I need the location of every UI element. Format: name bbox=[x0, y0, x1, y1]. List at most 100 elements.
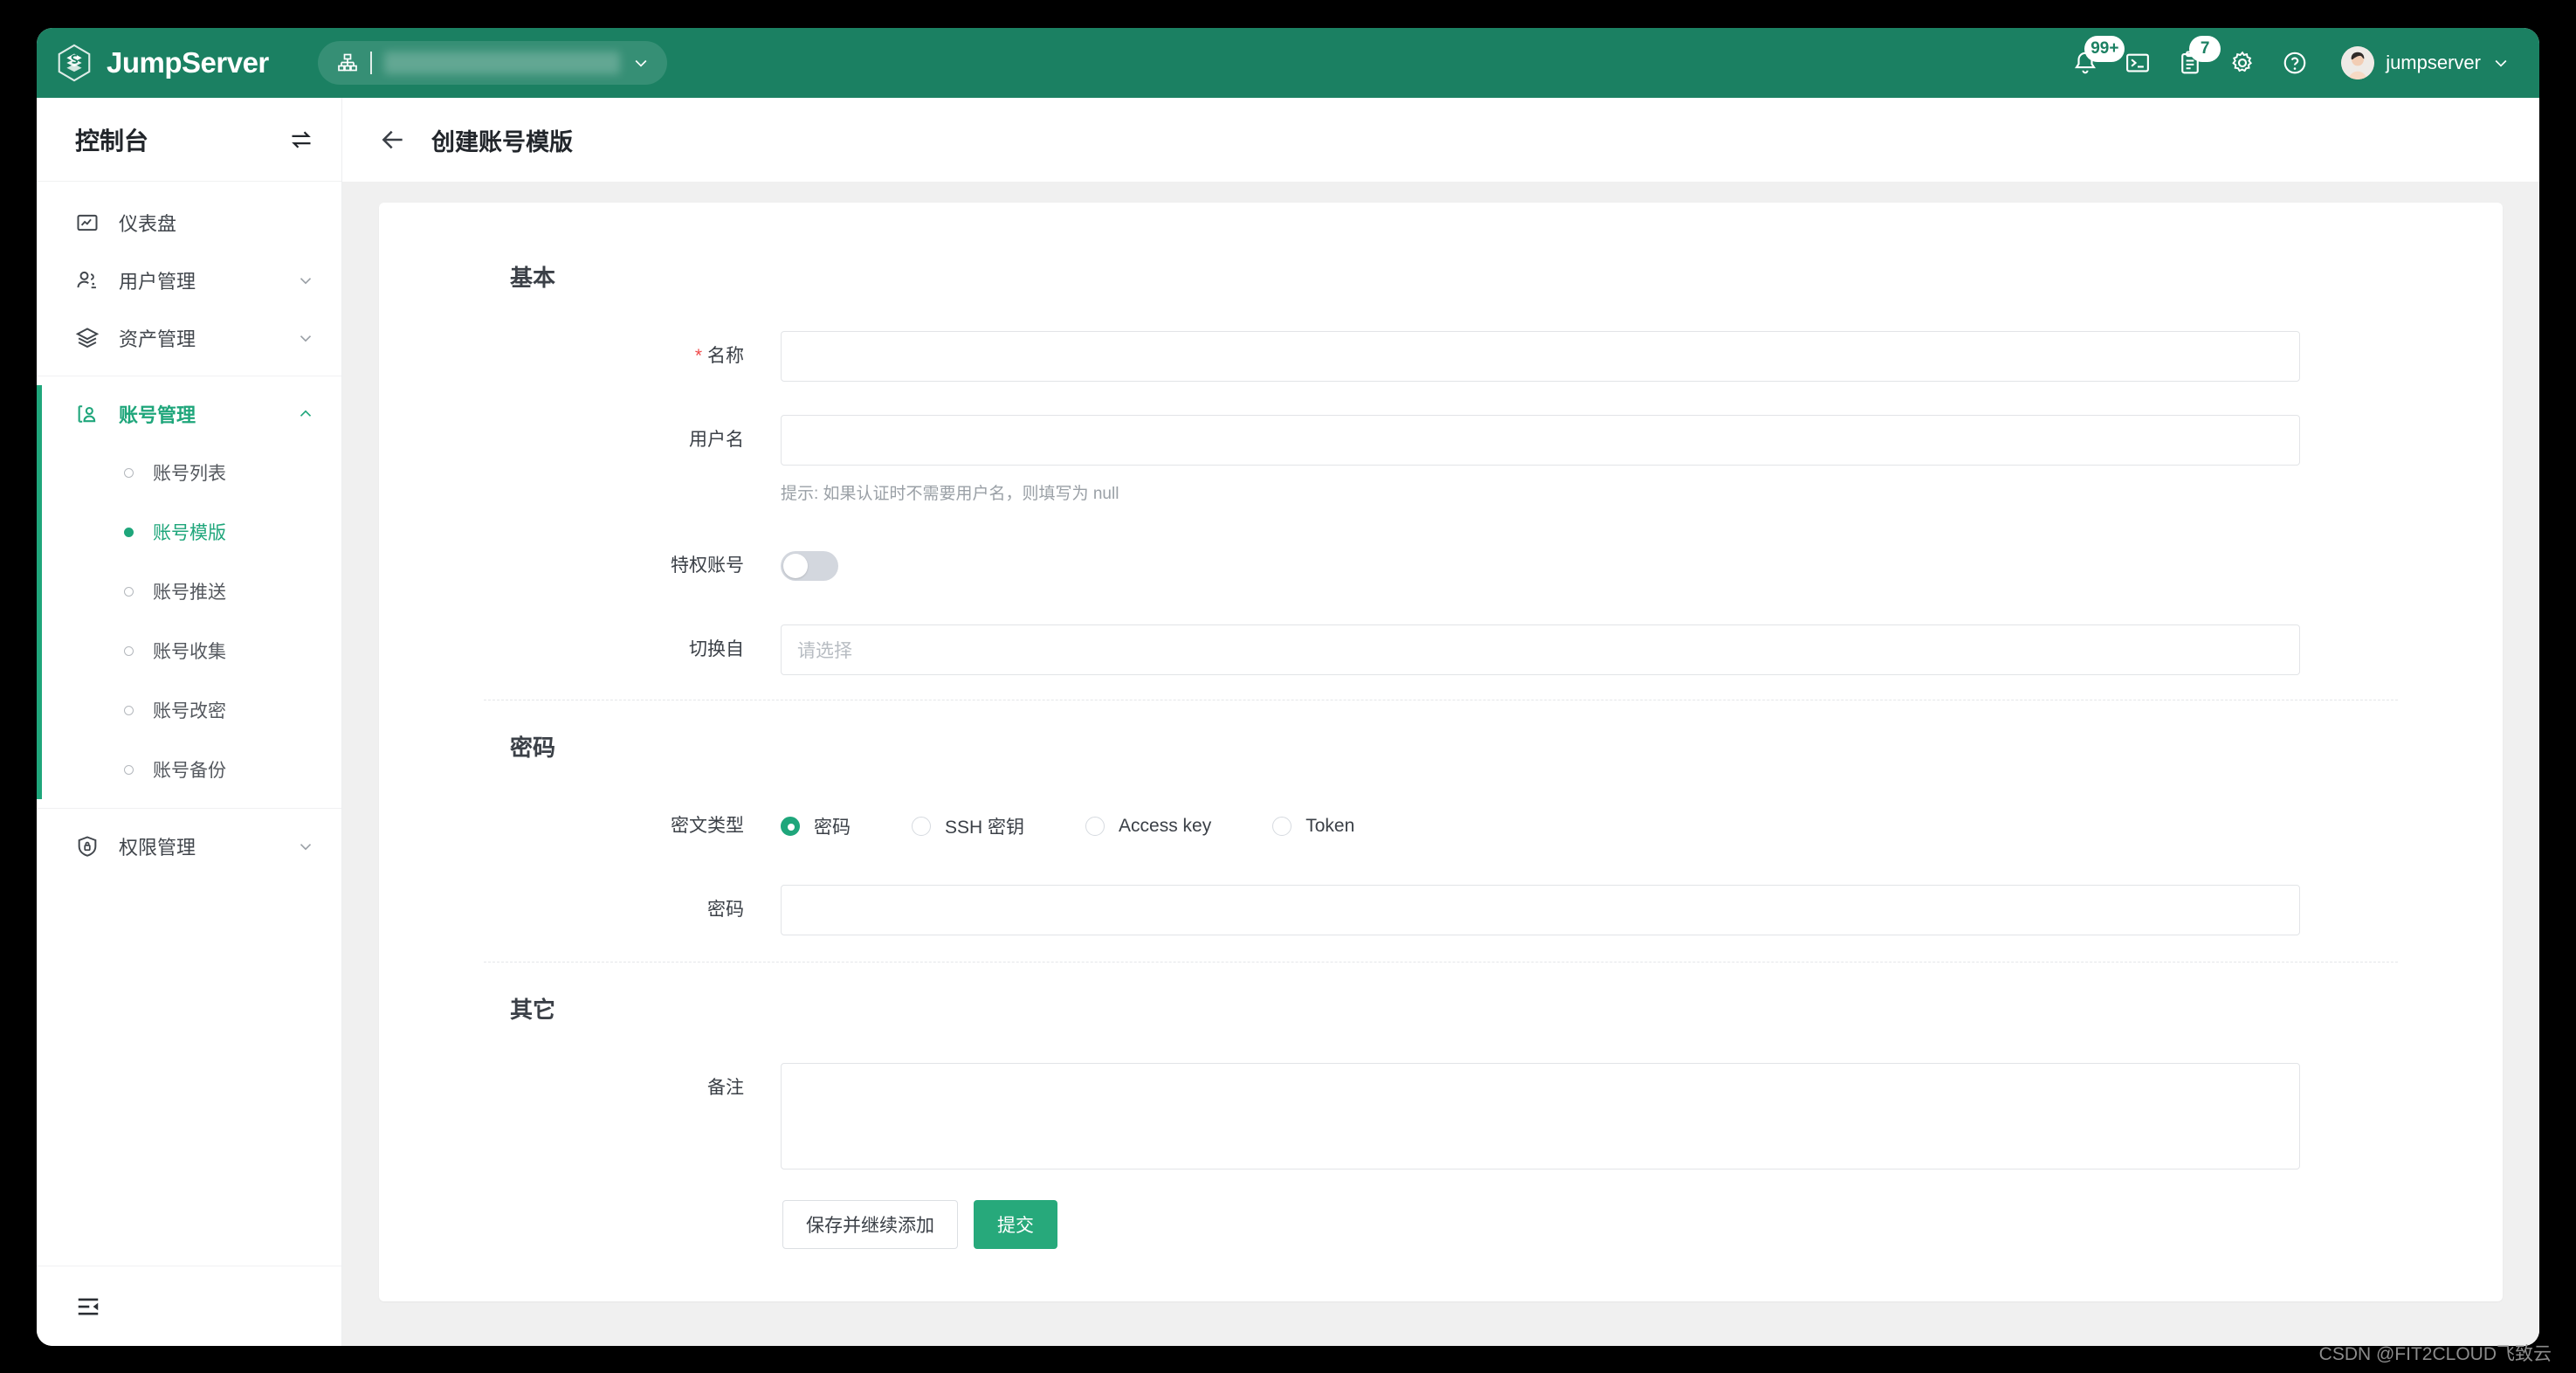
radio-access-key[interactable]: Access key bbox=[1085, 816, 1211, 837]
name-input[interactable] bbox=[781, 331, 2300, 382]
sidebar-title: 控制台 bbox=[75, 127, 149, 155]
field-label-secret-type: 密文类型 bbox=[671, 816, 744, 836]
top-header: JumpServer 99+ 7 jumpserver bbox=[37, 28, 2539, 98]
shield-lock-icon bbox=[78, 836, 97, 857]
help-button[interactable] bbox=[2282, 50, 2308, 76]
comment-textarea[interactable] bbox=[781, 1063, 2300, 1169]
swap-arrows-icon[interactable] bbox=[289, 128, 313, 152]
arrow-left-icon[interactable] bbox=[379, 126, 407, 154]
brand[interactable]: JumpServer bbox=[54, 43, 269, 83]
radio-dot bbox=[781, 817, 800, 836]
chevron-down-icon bbox=[300, 278, 312, 285]
password-input[interactable] bbox=[781, 885, 2300, 935]
radio-dot bbox=[1085, 817, 1105, 836]
form-actions: 保存并继续添加 提交 bbox=[781, 1200, 2398, 1249]
radio-password[interactable]: 密码 bbox=[781, 813, 851, 839]
tasks-badge: 7 bbox=[2189, 36, 2221, 62]
chevron-down-icon bbox=[2495, 59, 2507, 67]
sidebar-subitem-label: 账号收集 bbox=[153, 642, 226, 662]
sidebar-item-dashboard[interactable]: 仪表盘 bbox=[37, 194, 341, 252]
sidebar-item-label: 权限管理 bbox=[119, 837, 196, 859]
bullet-icon bbox=[124, 764, 134, 775]
field-label-su-from: 切换自 bbox=[689, 639, 744, 659]
field-name: * 名称 bbox=[484, 331, 2398, 382]
field-label-privileged: 特权账号 bbox=[671, 555, 744, 576]
chevron-up-icon bbox=[300, 410, 312, 417]
su-from-select[interactable]: 请选择 bbox=[781, 624, 2300, 675]
sidebar-nav: 仪表盘 用户管理 资产管理 账号管理 账号列表 账号模版 账号推送 账号收集 账… bbox=[37, 182, 341, 1266]
sidebar-group-accounts: 账号管理 账号列表 账号模版 账号推送 账号收集 账号改密 账号备份 bbox=[37, 385, 341, 799]
field-username: 用户名 提示: 如果认证时不需要用户名，则填写为 null bbox=[484, 415, 2398, 504]
sidebar-subitem-label: 账号改密 bbox=[153, 701, 226, 721]
bullet-icon bbox=[124, 467, 134, 478]
sidebar-item-account-backup[interactable]: 账号备份 bbox=[37, 740, 341, 799]
field-label-username: 用户名 bbox=[689, 430, 744, 450]
sidebar-item-account-template[interactable]: 账号模版 bbox=[37, 502, 341, 562]
sidebar-item-account-gather[interactable]: 账号收集 bbox=[37, 621, 341, 680]
dashboard-icon bbox=[77, 214, 98, 231]
field-label-password: 密码 bbox=[707, 900, 744, 920]
notifications-badge: 99+ bbox=[2084, 36, 2125, 62]
sidebar-item-permissions[interactable]: 权限管理 bbox=[37, 818, 341, 875]
submit-button[interactable]: 提交 bbox=[974, 1200, 1057, 1249]
header-actions: 99+ 7 jumpserver bbox=[2072, 36, 2510, 79]
web-terminal-button[interactable] bbox=[2125, 50, 2151, 76]
id-card-icon bbox=[78, 405, 96, 423]
sidebar-subitems-accounts: 账号列表 账号模版 账号推送 账号收集 账号改密 账号备份 bbox=[37, 443, 341, 799]
radio-label: SSH 密钥 bbox=[945, 818, 1025, 838]
sidebar-item-account-push[interactable]: 账号推送 bbox=[37, 562, 341, 621]
radio-label: Access key bbox=[1119, 816, 1212, 836]
org-selector-value bbox=[383, 52, 620, 74]
terminal-icon bbox=[2126, 53, 2150, 72]
sidebar-item-users[interactable]: 用户管理 bbox=[37, 252, 341, 309]
bullet-icon bbox=[124, 645, 134, 656]
sidebar-divider bbox=[37, 808, 341, 809]
form-card: 基本 * 名称 用户名 提示: 如果认证时不需要用户名，则填写为 null 特权… bbox=[379, 203, 2503, 1301]
radio-dot bbox=[1272, 817, 1292, 836]
sidebar-item-accounts[interactable]: 账号管理 bbox=[37, 385, 341, 443]
privileged-toggle[interactable] bbox=[781, 551, 838, 581]
radio-label: 密码 bbox=[814, 818, 851, 838]
tasks-button[interactable]: 7 bbox=[2177, 36, 2221, 76]
avatar bbox=[2341, 46, 2375, 79]
toggle-knob bbox=[783, 554, 808, 578]
content-scroll: 基本 * 名称 用户名 提示: 如果认证时不需要用户名，则填写为 null 特权… bbox=[342, 182, 2539, 1346]
menu-fold-icon[interactable] bbox=[75, 1294, 101, 1320]
field-su-from: 切换自 请选择 bbox=[484, 624, 2398, 675]
user-menu[interactable]: jumpserver bbox=[2341, 46, 2510, 79]
save-and-continue-button[interactable]: 保存并继续添加 bbox=[782, 1200, 958, 1249]
sidebar-item-account-list[interactable]: 账号列表 bbox=[37, 443, 341, 502]
settings-button[interactable] bbox=[2229, 50, 2256, 76]
org-tree-icon bbox=[337, 53, 357, 72]
app-body: 控制台 仪表盘 用户管理 资产管理 账号管理 账号列表 账号模版 账号推送 账号… bbox=[37, 98, 2539, 1346]
sidebar-footer bbox=[37, 1266, 341, 1346]
radio-ssh-key[interactable]: SSH 密钥 bbox=[912, 813, 1024, 839]
user-name: jumpserver bbox=[2386, 52, 2481, 73]
sidebar-item-label: 账号管理 bbox=[119, 404, 196, 426]
secret-type-radio-group: 密码 SSH 密钥 Access key Token bbox=[781, 801, 2300, 852]
sidebar-item-label: 资产管理 bbox=[119, 328, 196, 350]
sidebar-item-account-change-secret[interactable]: 账号改密 bbox=[37, 680, 341, 740]
field-label-comment: 备注 bbox=[707, 1078, 744, 1098]
bullet-icon bbox=[124, 705, 134, 715]
radio-token[interactable]: Token bbox=[1272, 816, 1354, 837]
app-window: JumpServer 99+ 7 jumpserver 控制台 仪表盘 用户管理… bbox=[37, 28, 2539, 1346]
jumpserver-hexagon-logo bbox=[58, 44, 91, 82]
sidebar-item-assets[interactable]: 资产管理 bbox=[37, 309, 341, 367]
sidebar-subitem-label: 账号列表 bbox=[153, 464, 226, 484]
required-marker: * bbox=[694, 346, 702, 366]
username-input[interactable] bbox=[781, 415, 2300, 466]
chevron-down-icon bbox=[300, 844, 312, 851]
field-comment: 备注 bbox=[484, 1063, 2398, 1174]
field-privileged: 特权账号 bbox=[484, 541, 2398, 591]
notifications-button[interactable]: 99+ bbox=[2072, 36, 2125, 76]
field-label-text: 名称 bbox=[707, 346, 744, 366]
sidebar: 控制台 仪表盘 用户管理 资产管理 账号管理 账号列表 账号模版 账号推送 账号… bbox=[37, 98, 342, 1346]
org-selector[interactable] bbox=[317, 41, 667, 85]
field-password: 密码 bbox=[484, 885, 2398, 935]
main-area: 创建账号模版 基本 * 名称 用户名 提示: 如果认证时不需要用户名，则填写为 … bbox=[342, 98, 2539, 1346]
sidebar-item-label: 用户管理 bbox=[119, 271, 196, 293]
bullet-icon bbox=[124, 586, 134, 597]
section-title-basic: 基本 bbox=[510, 265, 556, 291]
chevron-down-icon bbox=[635, 59, 647, 67]
